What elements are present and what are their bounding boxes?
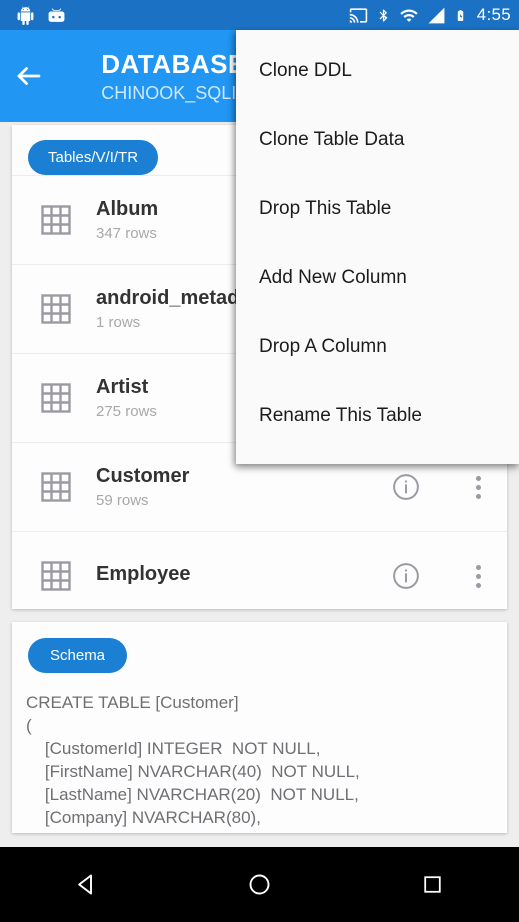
nav-home-icon	[249, 874, 270, 895]
table-row-count: 275 rows	[96, 403, 157, 420]
table-row-texts: Album 347 rows	[96, 198, 158, 242]
wifi-icon	[399, 9, 418, 22]
bluetooth-icon	[379, 9, 387, 21]
menu-item-drop-this-table[interactable]: Drop This Table	[236, 174, 519, 243]
menu-item-rename-this-table[interactable]: Rename This Table	[236, 381, 519, 450]
table-row-texts: Employee	[96, 563, 190, 590]
table-grid-icon	[41, 561, 71, 591]
status-notification-icons	[16, 5, 66, 25]
table-row[interactable]: Employee	[12, 531, 507, 609]
battery-charging-icon	[457, 9, 463, 21]
page-title: DATABASE	[101, 48, 246, 79]
table-row-actions	[391, 472, 489, 502]
cast-icon	[349, 7, 367, 23]
tables-filter-chip[interactable]: Tables/V/I/TR	[28, 140, 159, 175]
status-system-icons: 4:55	[349, 5, 511, 25]
menu-item-clone-table-data[interactable]: Clone Table Data	[236, 105, 519, 174]
table-row-texts: Customer 59 rows	[96, 465, 189, 509]
nav-back-icon	[78, 874, 92, 895]
back-button[interactable]	[0, 30, 57, 122]
android-nav-bar	[0, 847, 519, 922]
table-grid-icon	[41, 472, 71, 502]
schema-card: Schema CREATE TABLE [Customer] ( [Custom…	[12, 622, 507, 833]
info-icon[interactable]	[391, 472, 421, 502]
android-face-icon	[48, 7, 65, 22]
overflow-menu-icon[interactable]	[467, 472, 489, 502]
menu-item-clone-ddl[interactable]: Clone DDL	[236, 36, 519, 105]
table-grid-icon	[41, 383, 71, 413]
table-row-name: Employee	[96, 562, 191, 585]
status-clock: 4:55	[476, 5, 511, 24]
arrow-back-icon	[17, 67, 40, 85]
table-row-actions	[391, 561, 489, 591]
table-grid-icon	[41, 205, 71, 235]
table-row-name: Album	[96, 198, 159, 220]
table-grid-icon	[41, 294, 71, 324]
android-robot-icon	[17, 5, 34, 25]
nav-recents-button[interactable]	[383, 847, 483, 922]
table-row-name: Artist	[96, 376, 149, 398]
schema-sql-text: CREATE TABLE [Customer] ( [CustomerId] I…	[26, 693, 360, 827]
info-icon[interactable]	[391, 561, 421, 591]
signal-icon	[428, 7, 445, 23]
schema-chip[interactable]: Schema	[28, 638, 128, 673]
nav-back-button[interactable]	[37, 847, 137, 922]
nav-recents-icon	[424, 876, 441, 893]
menu-item-add-new-column[interactable]: Add New Column	[236, 243, 519, 312]
table-row-texts: Artist 275 rows	[96, 376, 157, 420]
nav-home-button[interactable]	[210, 847, 310, 922]
menu-item-drop-a-column[interactable]: Drop A Column	[236, 312, 519, 381]
table-context-menu: Clone DDL Clone Table Data Drop This Tab…	[236, 30, 519, 464]
table-row-name: Customer	[96, 465, 190, 487]
table-row-count: 59 rows	[96, 492, 149, 509]
table-row-count: 347 rows	[96, 225, 157, 242]
overflow-menu-icon[interactable]	[467, 561, 489, 591]
status-bar: 4:55	[0, 0, 519, 30]
